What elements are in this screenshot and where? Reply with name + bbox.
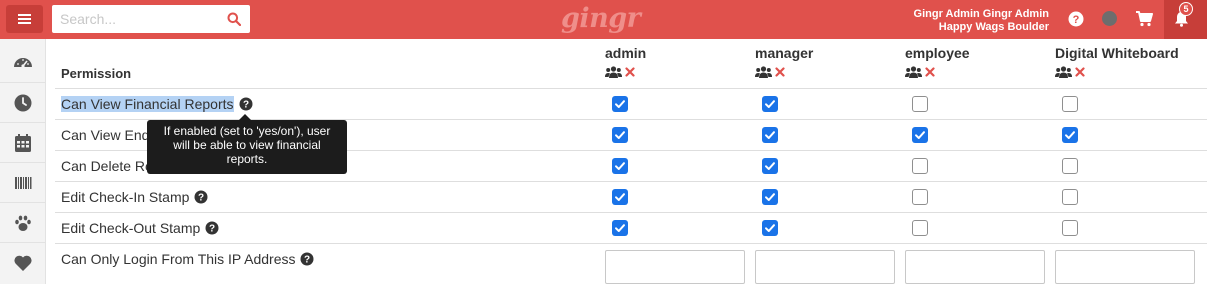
- ip-address-input-admin[interactable]: [605, 250, 745, 284]
- sidebar-item-barcode[interactable]: [0, 163, 46, 203]
- sidebar-item-dashboard[interactable]: [0, 43, 46, 83]
- column-header-digital-whiteboard: Digital Whiteboard: [1055, 45, 1179, 61]
- checkbox-admin[interactable]: [612, 158, 628, 174]
- checkbox-admin[interactable]: [612, 189, 628, 205]
- permission-column-header: Permission: [61, 66, 132, 81]
- checkbox-digital-whiteboard[interactable]: [1062, 220, 1078, 236]
- checkbox-digital-whiteboard[interactable]: [1062, 158, 1078, 174]
- checkbox-admin[interactable]: [612, 96, 628, 112]
- ip-address-input-digital-whiteboard[interactable]: [1055, 250, 1195, 284]
- sidebar-item-favorites[interactable]: [0, 243, 46, 283]
- table-row: Edit Check-Out Stamp ?: [55, 212, 1207, 243]
- top-bar: gingr Gingr Admin Gingr Admin Happy Wags…: [0, 0, 1207, 39]
- help-tooltip: If enabled (set to 'yes/on'), user will …: [147, 114, 347, 174]
- notifications-button[interactable]: 5: [1164, 0, 1207, 39]
- dashboard-icon: [14, 57, 32, 68]
- search-box: [52, 5, 250, 33]
- users-icon[interactable]: [905, 66, 922, 78]
- checkbox-digital-whiteboard[interactable]: [1062, 189, 1078, 205]
- table-row: Can Only Login From This IP Address ?: [55, 243, 1207, 284]
- help-icon[interactable]: ?: [239, 97, 253, 111]
- help-icon[interactable]: ?: [300, 252, 314, 266]
- users-icon[interactable]: [605, 66, 622, 78]
- permission-text: Edit Check-In Stamp: [61, 189, 190, 205]
- permission-label: Edit Check-In Stamp ?: [61, 189, 208, 205]
- permission-label: Can Only Login From This IP Address ?: [61, 251, 314, 267]
- search-input[interactable]: [52, 5, 217, 33]
- checkbox-employee[interactable]: [912, 127, 928, 143]
- hamburger-icon: [18, 14, 31, 24]
- table-row: Can View Financial Reports ?: [55, 88, 1207, 119]
- svg-text:?: ?: [242, 100, 248, 111]
- column-actions-manager: [755, 66, 785, 78]
- permission-label: Edit Check-Out Stamp ?: [61, 220, 219, 236]
- checkbox-digital-whiteboard[interactable]: [1062, 127, 1078, 143]
- checkbox-employee[interactable]: [912, 96, 928, 112]
- svg-text:?: ?: [304, 255, 310, 266]
- help-icon[interactable]: ?: [1068, 11, 1084, 27]
- checkbox-employee[interactable]: [912, 220, 928, 236]
- checkbox-admin[interactable]: [612, 127, 628, 143]
- sidebar-item-pets[interactable]: [0, 203, 46, 243]
- checkbox-employee[interactable]: [912, 189, 928, 205]
- checkbox-manager[interactable]: [762, 220, 778, 236]
- permission-label: Can View Financial Reports ?: [61, 96, 253, 112]
- table-row: Edit Check-In Stamp ?: [55, 181, 1207, 212]
- status-indicator[interactable]: [1102, 11, 1117, 26]
- column-actions-digital-whiteboard: [1055, 66, 1085, 78]
- sidebar-item-clock[interactable]: [0, 83, 46, 123]
- ip-address-input-employee[interactable]: [905, 250, 1045, 284]
- svg-text:?: ?: [198, 193, 204, 204]
- search-icon[interactable]: [227, 12, 241, 26]
- remove-x-icon[interactable]: [925, 67, 935, 77]
- help-icon[interactable]: ?: [194, 190, 208, 204]
- user-info[interactable]: Gingr Admin Gingr Admin Happy Wags Bould…: [914, 8, 1049, 34]
- paw-icon: [15, 215, 31, 231]
- clock-icon: [14, 94, 32, 111]
- permission-text: Can View Financial Reports: [61, 96, 234, 112]
- column-header-employee: employee: [905, 45, 970, 61]
- column-header-manager: manager: [755, 45, 814, 61]
- location-name: Happy Wags Boulder: [938, 21, 1049, 33]
- column-header-admin: admin: [605, 45, 647, 61]
- checkbox-admin[interactable]: [612, 220, 628, 236]
- column-actions-admin: [605, 66, 635, 78]
- svg-text:?: ?: [209, 224, 215, 235]
- cart-icon[interactable]: [1136, 11, 1153, 27]
- checkbox-manager[interactable]: [762, 96, 778, 112]
- user-name: Gingr Admin Gingr Admin: [913, 8, 1049, 20]
- checkbox-manager[interactable]: [762, 158, 778, 174]
- sidebar-item-calendar[interactable]: [0, 123, 46, 163]
- heart-icon: [14, 255, 32, 271]
- menu-button[interactable]: [6, 5, 43, 33]
- remove-x-icon[interactable]: [625, 67, 635, 77]
- users-icon[interactable]: [1055, 66, 1072, 78]
- checkbox-employee[interactable]: [912, 158, 928, 174]
- permission-text: Edit Check-Out Stamp: [61, 220, 201, 236]
- ip-address-input-manager[interactable]: [755, 250, 895, 284]
- permission-text: Can Only Login From This IP Address: [61, 251, 296, 267]
- users-icon[interactable]: [755, 66, 772, 78]
- column-actions-employee: [905, 66, 935, 78]
- barcode-icon: [15, 176, 32, 189]
- help-icon[interactable]: ?: [205, 221, 219, 235]
- gingr-logo[interactable]: gingr: [561, 3, 641, 34]
- checkbox-digital-whiteboard[interactable]: [1062, 96, 1078, 112]
- svg-text:?: ?: [1073, 14, 1080, 26]
- calendar-icon: [15, 133, 31, 152]
- checkbox-manager[interactable]: [762, 189, 778, 205]
- notification-badge: 5: [1179, 2, 1193, 16]
- sidebar: [0, 39, 46, 284]
- remove-x-icon[interactable]: [1075, 67, 1085, 77]
- checkbox-manager[interactable]: [762, 127, 778, 143]
- remove-x-icon[interactable]: [775, 67, 785, 77]
